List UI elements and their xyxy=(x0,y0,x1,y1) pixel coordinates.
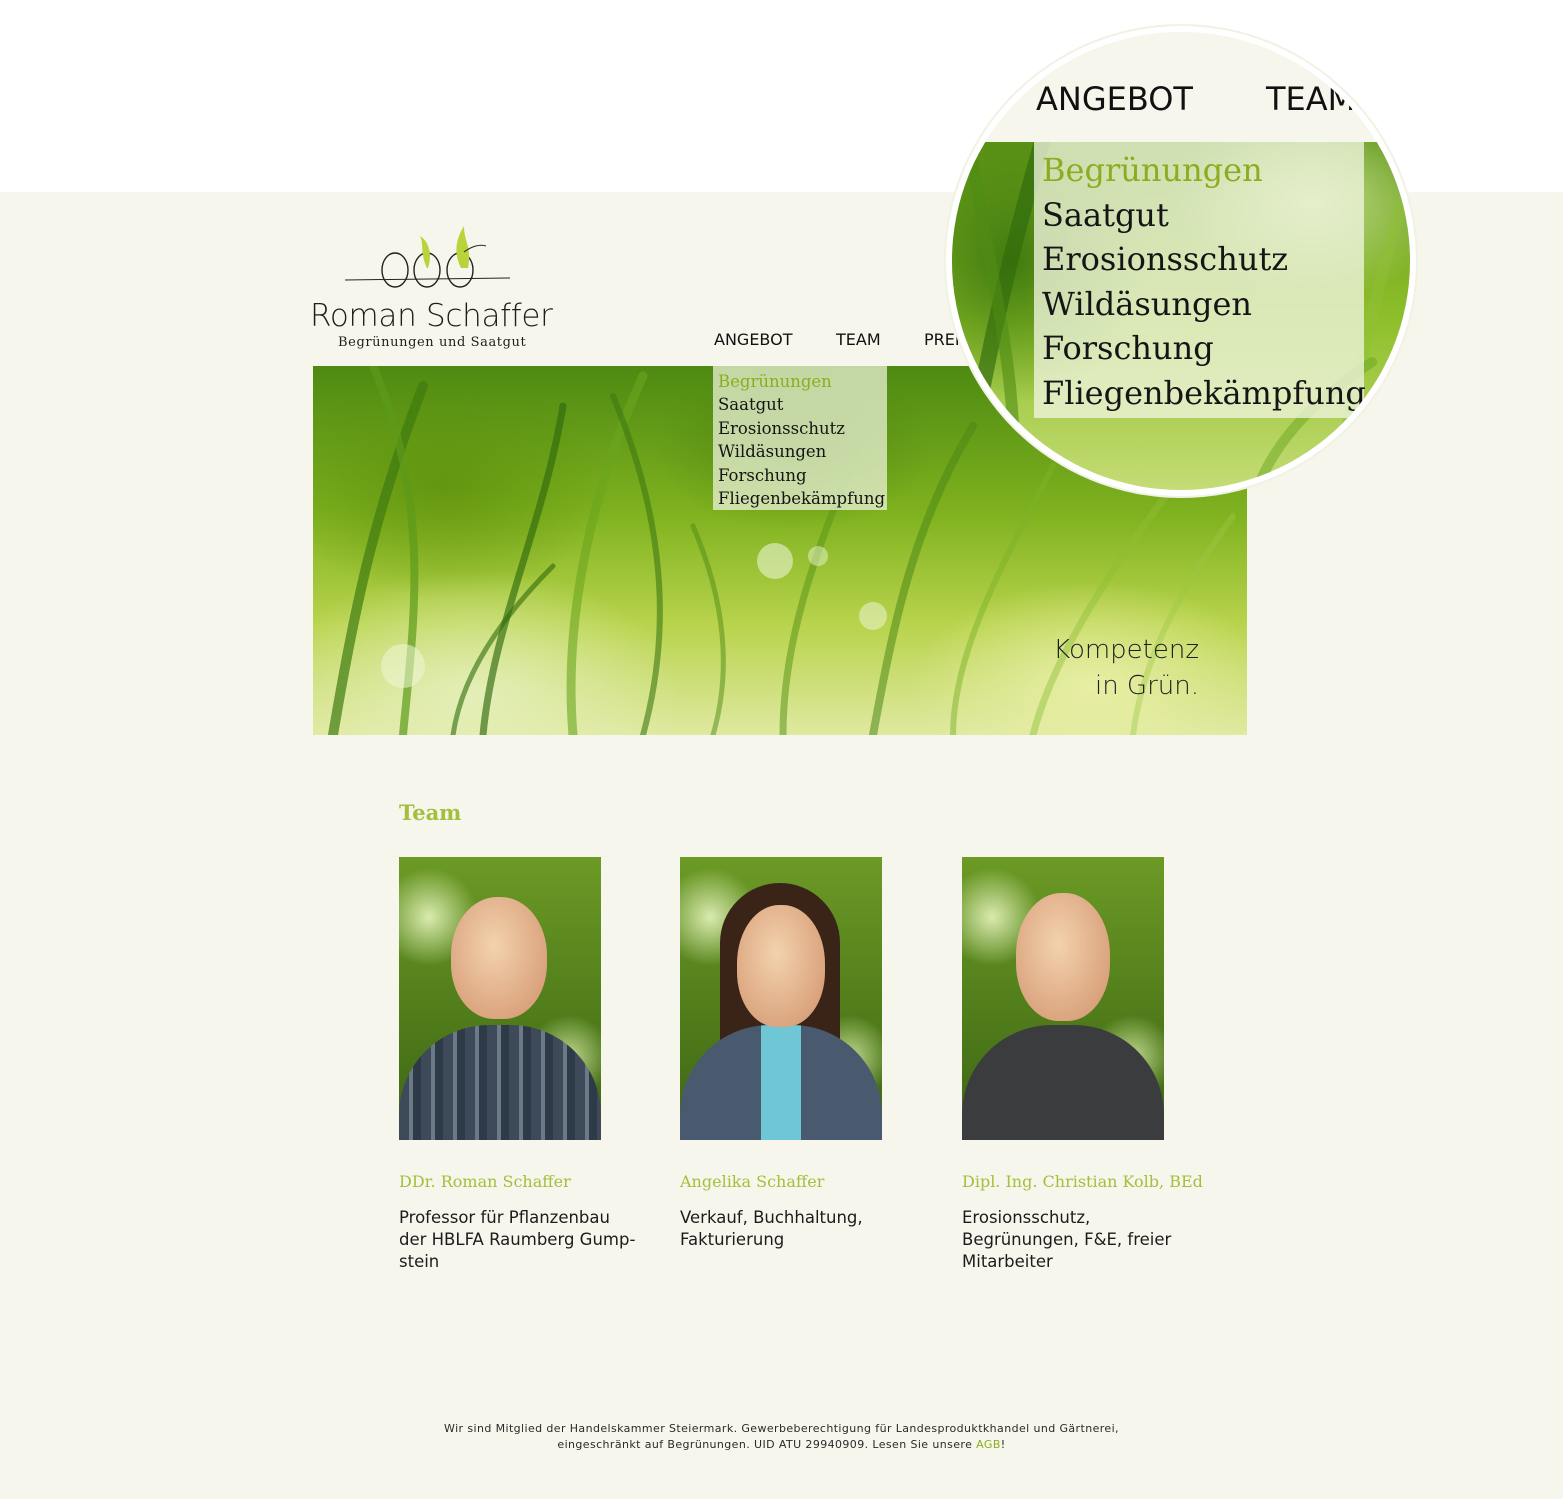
sprout-logo-icon xyxy=(344,226,511,288)
magnifier-item-erosionsschutz: Erosionsschutz xyxy=(1042,240,1289,278)
footer-line-1: Wir sind Mitglied der Handelskammer Stei… xyxy=(444,1422,1119,1435)
magnifier-item-wildaesungen: Wildäsungen xyxy=(1042,284,1253,323)
team-member-name: Angelika Schaffer xyxy=(680,1172,825,1191)
team-member-card: DDr. Roman Schaffer Professor für Pflanz… xyxy=(399,857,649,1273)
dropdown-item-wildaesungen[interactable]: Wildäsungen xyxy=(718,440,887,463)
magnifier-item-begruenungen: Begrünungen xyxy=(1042,151,1263,189)
jacket-shape xyxy=(680,1025,882,1140)
footer: Wir sind Mitglied der Handelskammer Stei… xyxy=(0,1421,1563,1453)
team-member-card: Dipl. Ing. Christian Kolb, BEd Erosionss… xyxy=(962,857,1212,1273)
magnifier-item-saatgut: Saatgut xyxy=(1042,195,1169,234)
dropdown-item-fliegenbekaempfung[interactable]: Fliegenbekämpfung xyxy=(718,487,887,510)
dropdown-item-forschung[interactable]: Forschung xyxy=(718,464,887,487)
dropdown-item-begruenungen[interactable]: Begrünungen xyxy=(718,370,887,393)
team-member-role: Verkauf, Buchhaltung, Fakturierung xyxy=(680,1208,863,1249)
nav-item-team[interactable]: TEAM xyxy=(836,330,881,349)
hero-slogan: Kompetenz in Grün. xyxy=(1053,632,1199,704)
head-shape xyxy=(737,905,825,1027)
footer-line-2-text: eingeschränkt auf Begrünungen. UID ATU 2… xyxy=(557,1438,977,1451)
team-member-card: Angelika Schaffer Verkauf, Buchhaltung, … xyxy=(680,857,930,1251)
team-member-photo xyxy=(962,857,1164,1140)
agb-link[interactable]: AGB xyxy=(976,1438,1001,1451)
team-member-name: DDr. Roman Schaffer xyxy=(399,1172,571,1191)
team-heading: Team xyxy=(399,800,462,825)
magnifier-item-forschung: Forschung xyxy=(1042,329,1214,367)
team-member-photo xyxy=(399,857,601,1140)
logo-name: Roman Schaffer xyxy=(310,298,553,334)
team-member-role: Professor für Pflanzenbau der HBLFA Raum… xyxy=(399,1208,636,1271)
shirt-shape xyxy=(399,1025,601,1140)
slogan-line-2: in Grün. xyxy=(1094,671,1199,701)
slogan-line-1: Kompetenz xyxy=(1053,635,1199,665)
angebot-dropdown-menu: Begrünungen Saatgut Erosionsschutz Wildä… xyxy=(713,366,887,510)
magnifier-dropdown-menu: Begrünungen Saatgut Erosionsschutz Wildä… xyxy=(1034,142,1366,418)
dropdown-item-saatgut[interactable]: Saatgut xyxy=(718,393,887,416)
site-logo[interactable]: Roman Schaffer Begrünungen und Saatgut xyxy=(310,224,560,354)
head-shape xyxy=(1016,893,1110,1021)
magnifier-nav-team: TEAM xyxy=(1266,80,1356,118)
team-member-photo xyxy=(680,857,882,1140)
magnifier-photo: Begrünungen Saatgut Erosionsschutz Wildä… xyxy=(952,142,1410,490)
footer-line-2-end: ! xyxy=(1000,1438,1006,1451)
magnifier-item-fliegenbekaempfung: Fliegenbekämpfung xyxy=(1042,373,1366,412)
logo-tagline: Begrünungen und Saatgut xyxy=(338,335,527,350)
magnifier-nav-angebot: ANGEBOT xyxy=(1036,80,1193,118)
magnifier-nav-area: ANGEBOT TEAM xyxy=(952,32,1410,146)
nav-item-angebot[interactable]: ANGEBOT xyxy=(714,330,792,349)
footer-line-2: eingeschränkt auf Begrünungen. UID ATU 2… xyxy=(0,1437,1563,1453)
magnifier-lens: ANGEBOT TEAM Begrünungen Saatgut Erosion… xyxy=(952,32,1410,490)
sweater-shape xyxy=(962,1025,1164,1140)
head-shape xyxy=(451,897,547,1019)
team-member-name: Dipl. Ing. Christian Kolb, BEd xyxy=(962,1172,1203,1191)
magnifier-callout: ANGEBOT TEAM Begrünungen Saatgut Erosion… xyxy=(946,26,1416,496)
team-member-role: Erosionsschutz, Begrünungen, F&E, freier… xyxy=(962,1208,1172,1271)
dropdown-item-erosionsschutz[interactable]: Erosionsschutz xyxy=(718,417,887,440)
